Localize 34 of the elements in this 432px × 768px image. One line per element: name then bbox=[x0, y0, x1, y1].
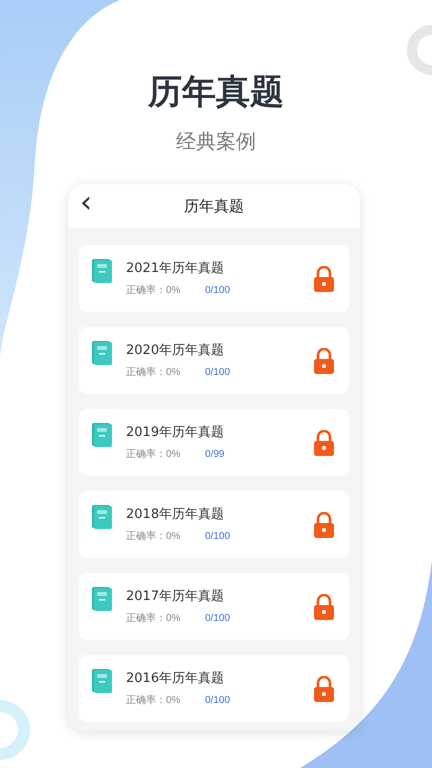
back-button[interactable]: ‹ bbox=[76, 188, 96, 218]
progress-count: 0/100 bbox=[205, 694, 230, 706]
exam-title: 2021年历年真题 bbox=[126, 260, 226, 276]
screen-title: 历年真题 bbox=[184, 196, 244, 216]
book-icon bbox=[92, 423, 112, 447]
book-icon bbox=[92, 259, 112, 283]
accuracy-text: 正确率：0% bbox=[126, 284, 182, 296]
book-icon bbox=[92, 341, 112, 365]
exam-card[interactable]: 2017年历年真题 正确率：0% 0/100 bbox=[79, 573, 349, 640]
exam-card[interactable]: 2016年历年真题 正确率：0% 0/100 bbox=[79, 655, 349, 722]
book-icon bbox=[92, 587, 112, 611]
accuracy-text: 正确率：0% bbox=[126, 366, 182, 378]
exam-title: 2018年历年真题 bbox=[126, 506, 226, 522]
progress-count: 0/100 bbox=[205, 366, 230, 378]
exam-title: 2019年历年真题 bbox=[126, 424, 226, 440]
exam-card[interactable]: 2018年历年真题 正确率：0% 0/100 bbox=[79, 491, 349, 558]
exam-title: 2020年历年真题 bbox=[126, 342, 226, 358]
progress-count: 0/99 bbox=[205, 448, 224, 460]
accuracy-text: 正确率：0% bbox=[126, 612, 182, 624]
progress-count: 0/100 bbox=[205, 284, 230, 296]
exam-title: 2016年历年真题 bbox=[126, 670, 226, 686]
accuracy-text: 正确率：0% bbox=[126, 694, 182, 706]
accuracy-text: 正确率：0% bbox=[126, 448, 182, 460]
page-headline: 历年真题 bbox=[148, 71, 284, 114]
exam-card[interactable]: 2021年历年真题 正确率：0% 0/100 bbox=[79, 245, 349, 312]
book-icon bbox=[92, 669, 112, 693]
exam-card[interactable]: 2020年历年真题 正确率：0% 0/100 bbox=[79, 327, 349, 394]
book-icon bbox=[92, 505, 112, 529]
page-subtitle: 经典案例 bbox=[176, 128, 256, 154]
accuracy-text: 正确率：0% bbox=[126, 530, 182, 542]
exam-card[interactable]: 2019年历年真题 正确率：0% 0/99 bbox=[79, 409, 349, 476]
exam-title: 2017年历年真题 bbox=[126, 588, 226, 604]
progress-count: 0/100 bbox=[205, 612, 230, 624]
progress-count: 0/100 bbox=[205, 530, 230, 542]
